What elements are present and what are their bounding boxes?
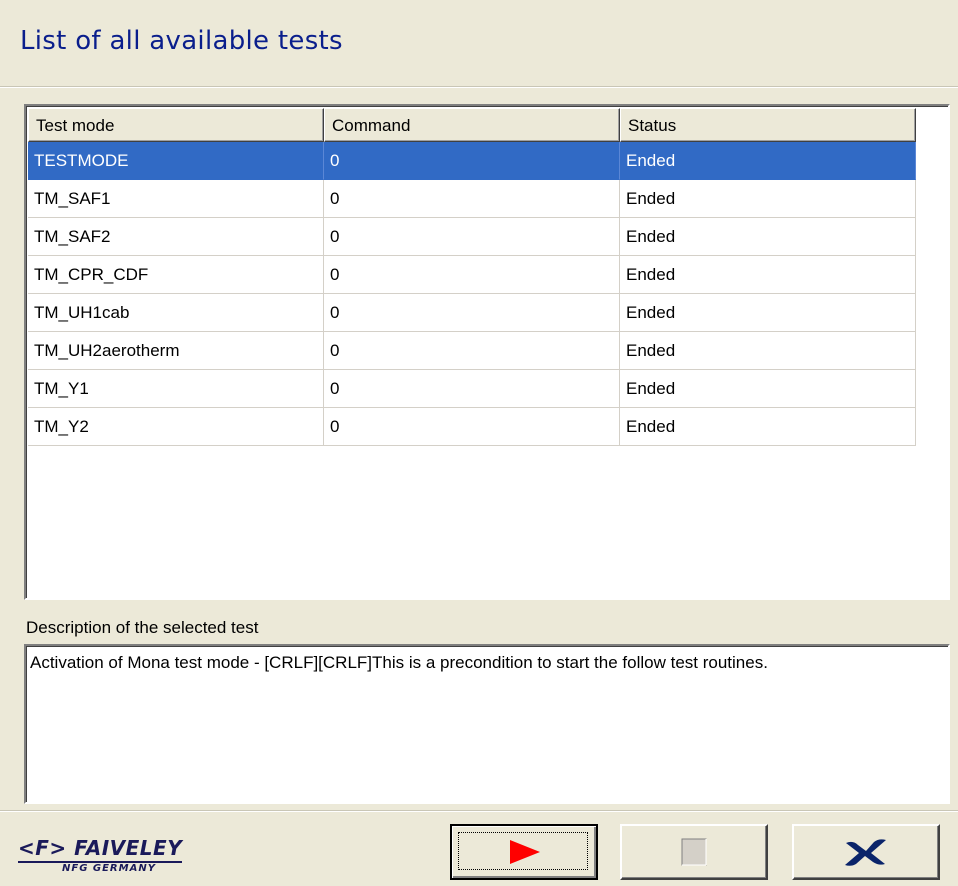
cell-test-mode: TESTMODE (28, 142, 324, 180)
table-row[interactable]: TM_CPR_CDF 0 Ended (28, 256, 916, 294)
cell-command: 0 (324, 332, 620, 370)
cell-test-mode: TM_SAF2 (28, 218, 324, 256)
list-header: Test mode Command Status (28, 108, 916, 142)
column-header-command[interactable]: Command (324, 108, 620, 142)
page-title: List of all available tests (20, 26, 343, 56)
cell-command: 0 (324, 294, 620, 332)
cell-status: Ended (620, 256, 916, 294)
cell-command: 0 (324, 256, 620, 294)
close-x-icon (845, 839, 886, 866)
table-row[interactable]: TM_Y2 0 Ended (28, 408, 916, 446)
header-bar: List of all available tests (0, 0, 958, 88)
cell-status: Ended (620, 332, 916, 370)
cell-command: 0 (324, 370, 620, 408)
focus-rect (458, 832, 588, 870)
table-row[interactable]: TM_Y1 0 Ended (28, 370, 916, 408)
cell-command: 0 (324, 142, 620, 180)
cell-test-mode: TM_SAF1 (28, 180, 324, 218)
column-header-test-mode[interactable]: Test mode (28, 108, 324, 142)
list-rows: TESTMODE 0 Ended TM_SAF1 0 Ended TM_SAF2… (28, 142, 916, 446)
run-test-button[interactable] (450, 824, 598, 880)
description-text-box[interactable]: Activation of Mona test mode - [CRLF][CR… (24, 644, 950, 804)
table-row[interactable]: TM_UH2aerotherm 0 Ended (28, 332, 916, 370)
table-row[interactable]: TM_SAF2 0 Ended (28, 218, 916, 256)
cell-command: 0 (324, 218, 620, 256)
table-row[interactable]: TM_SAF1 0 Ended (28, 180, 916, 218)
cell-status: Ended (620, 370, 916, 408)
cell-command: 0 (324, 408, 620, 446)
cell-command: 0 (324, 180, 620, 218)
stop-test-button[interactable] (620, 824, 768, 880)
cell-test-mode: TM_Y2 (28, 408, 324, 446)
column-header-status[interactable]: Status (620, 108, 916, 142)
cell-status: Ended (620, 218, 916, 256)
cell-test-mode: TM_Y1 (28, 370, 324, 408)
cell-status: Ended (620, 180, 916, 218)
close-button[interactable] (792, 824, 940, 880)
cell-test-mode: TM_CPR_CDF (28, 256, 324, 294)
cell-test-mode: TM_UH1cab (28, 294, 324, 332)
cell-status: Ended (620, 142, 916, 180)
faiveley-logo: <F> FAIVELEY NFG GERMANY (18, 836, 188, 884)
cell-status: Ended (620, 294, 916, 332)
table-row[interactable]: TESTMODE 0 Ended (28, 142, 916, 180)
cell-test-mode: TM_UH2aerotherm (28, 332, 324, 370)
footer-divider (0, 810, 958, 812)
logo-sub-text: NFG GERMANY (62, 863, 156, 874)
cell-status: Ended (620, 408, 916, 446)
tests-list[interactable]: Test mode Command Status TESTMODE 0 Ende… (24, 104, 950, 600)
stop-icon (681, 838, 707, 866)
logo-main-text: <F> FAIVELEY (18, 836, 183, 863)
description-label: Description of the selected test (26, 618, 259, 637)
table-row[interactable]: TM_UH1cab 0 Ended (28, 294, 916, 332)
